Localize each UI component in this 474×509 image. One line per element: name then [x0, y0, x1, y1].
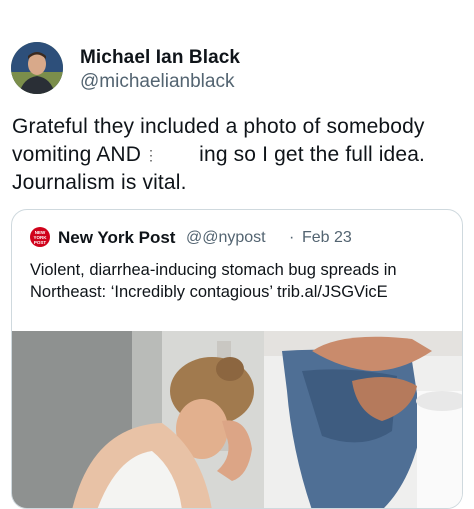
logo-word-3: POST [33, 239, 47, 245]
avatar-photo [11, 42, 63, 94]
quote-media-image[interactable] [12, 331, 462, 508]
author-handle[interactable]: @michaelianblack [80, 71, 234, 93]
tweet-line-3: Journalism is vital. [12, 171, 187, 195]
quote-separator: · [289, 229, 295, 246]
tweet-text: Grateful they included a photo of somebo… [12, 113, 467, 197]
tweet-line-2-end: ing so I get the full idea. [199, 143, 426, 166]
nypost-logo-icon: NEW YORK POST [30, 227, 50, 247]
hidden-mark: ⋮ [144, 147, 159, 164]
author-name[interactable]: Michael Ian Black [80, 47, 240, 69]
quote-tweet-card[interactable]: NEW YORK POST New York Post @@nypost · F… [11, 209, 463, 509]
tweet-line-2: vomiting AND ⋮ ing so I get the full idea. [12, 141, 467, 169]
tweet-line-1: Grateful they included a photo of somebo… [12, 115, 425, 138]
media-photo [12, 331, 462, 508]
tweet-line-2-start: vomiting AND [12, 143, 142, 166]
quote-date[interactable]: Feb 23 [302, 229, 352, 247]
quote-source-name[interactable]: New York Post [58, 228, 175, 248]
quote-text: Violent, diarrhea-inducing stomach bug s… [30, 261, 397, 301]
quote-source-handle[interactable]: @@nypost [186, 229, 266, 247]
author-avatar[interactable] [11, 42, 63, 94]
